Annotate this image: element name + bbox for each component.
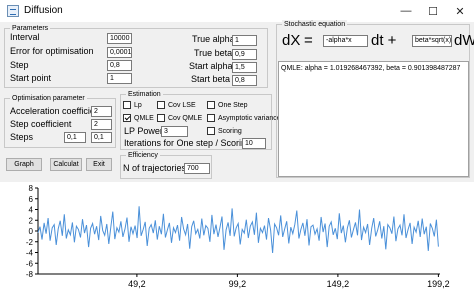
trajectory-chart-svg: 8 6 42 0 -2 -4-6 -8 49,2 99,2 149,2 199,2 bbox=[26, 184, 450, 289]
dx-label: dX bbox=[282, 32, 301, 49]
interval-input[interactable]: 10000 bbox=[107, 33, 132, 44]
calculate-button[interactable]: Calculat bbox=[50, 158, 82, 171]
qmle-checkbox[interactable]: QMLE bbox=[123, 114, 154, 123]
start-alpha-label: Start alpha bbox=[189, 61, 233, 71]
asymptotic-variance-checkbox-label: Asymptotic variance bbox=[218, 115, 281, 122]
qmle-checkbox-label: QMLE bbox=[134, 115, 154, 122]
iterations-label: Iterations for One step / Scoring bbox=[124, 138, 252, 148]
x-tick-label: 99,2 bbox=[229, 279, 247, 289]
one-step-checkbox[interactable]: One Step bbox=[207, 101, 248, 110]
close-button[interactable]: ✕ bbox=[446, 0, 474, 22]
drift-input[interactable]: -alpha*x bbox=[323, 35, 368, 47]
y-tick-label: -8 bbox=[26, 270, 34, 279]
step-coefficient-label: Step coefficient bbox=[10, 119, 72, 129]
stochastic-legend: Stochastic equation bbox=[282, 20, 348, 29]
cov-qmle-checkbox-label: Cov QMLE bbox=[168, 115, 203, 122]
trajectory-chart: 8 6 4 2 0 -2 -4 -6 -8 49,2 99,2 149,2 199,2 bbox=[0, 182, 474, 290]
true-beta-input[interactable]: 0,9 bbox=[232, 49, 257, 60]
start-alpha-input[interactable]: 1,5 bbox=[232, 62, 257, 73]
cov-lse-checkbox[interactable]: Cov LSE bbox=[157, 101, 196, 110]
acceleration-input[interactable]: 2 bbox=[91, 106, 112, 117]
scoring-checkbox[interactable]: Scoring bbox=[207, 127, 242, 136]
x-tick-label: 199,2 bbox=[427, 279, 450, 289]
minimize-button[interactable]: — bbox=[392, 0, 420, 22]
y-tick-label: -6 bbox=[26, 259, 34, 268]
asymptotic-variance-checkbox[interactable]: Asymptotic variance bbox=[207, 114, 281, 123]
cov-lse-checkbox-box[interactable] bbox=[157, 101, 165, 109]
lp-checkbox[interactable]: Lp bbox=[123, 101, 142, 110]
y-tick-label: 0 bbox=[29, 227, 34, 236]
y-tick-label: 8 bbox=[29, 184, 34, 193]
app-icon bbox=[7, 5, 19, 17]
start-beta-input[interactable]: 0,8 bbox=[232, 75, 257, 86]
efficiency-legend: Efficiency bbox=[126, 151, 160, 160]
steps-to-input[interactable]: 0,1 bbox=[91, 132, 112, 143]
true-alpha-label: True alpha bbox=[192, 34, 235, 44]
y-tick-label: 4 bbox=[29, 206, 34, 215]
dw-label: dW bbox=[454, 32, 474, 49]
dt-label: dt + bbox=[371, 32, 397, 49]
result-text: QMLE: alpha = 1.01926846739​2, beta = 0.… bbox=[281, 65, 461, 72]
cov-qmle-checkbox[interactable]: Cov QMLE bbox=[157, 114, 202, 123]
y-tick-label: -2 bbox=[26, 238, 34, 247]
error-input[interactable]: 0,0001 bbox=[107, 47, 132, 58]
window-title: Diffusion bbox=[24, 5, 63, 16]
step-coefficient-input[interactable]: 2 bbox=[91, 119, 112, 130]
optimisation-legend: Optimisation parameter bbox=[10, 94, 87, 103]
graph-button[interactable]: Graph bbox=[6, 158, 42, 171]
client-area: Parameters Interval 10000 Error for opti… bbox=[0, 20, 474, 290]
lp-power-input[interactable]: 3 bbox=[161, 126, 188, 137]
lp-checkbox-label: Lp bbox=[134, 102, 142, 109]
equals-label: = bbox=[304, 32, 313, 49]
trajectories-input[interactable]: 700 bbox=[184, 163, 210, 174]
start-point-label: Start point bbox=[10, 73, 52, 83]
qmle-checkbox-box[interactable] bbox=[123, 114, 131, 122]
one-step-checkbox-label: One Step bbox=[218, 102, 248, 109]
y-tick-label: 2 bbox=[29, 216, 34, 225]
steps-label: Steps bbox=[10, 132, 34, 142]
asymptotic-variance-checkbox-box[interactable] bbox=[207, 114, 215, 122]
cov-lse-checkbox-label: Cov LSE bbox=[168, 102, 196, 109]
one-step-checkbox-box[interactable] bbox=[207, 101, 215, 109]
step-label: Step bbox=[10, 60, 29, 70]
y-tick-label: -4 bbox=[26, 249, 34, 258]
iterations-input[interactable]: 10 bbox=[242, 138, 266, 149]
steps-from-input[interactable]: 0,1 bbox=[64, 132, 86, 143]
lp-power-label: LP Power bbox=[124, 126, 163, 136]
exit-button[interactable]: Exit bbox=[86, 158, 112, 171]
acceleration-label: Acceleration coefficient bbox=[10, 106, 103, 116]
x-tick-label: 49,2 bbox=[128, 279, 146, 289]
scoring-checkbox-box[interactable] bbox=[207, 127, 215, 135]
cov-qmle-checkbox-box[interactable] bbox=[157, 114, 165, 122]
true-alpha-input[interactable]: 1 bbox=[232, 35, 257, 46]
error-label: Error for optimisation bbox=[10, 46, 94, 56]
trajectories-label: N of trajectories bbox=[123, 163, 187, 173]
title-bar: Diffusion — ☐ ✕ bbox=[0, 0, 474, 22]
scoring-checkbox-label: Scoring bbox=[218, 128, 242, 135]
interval-label: Interval bbox=[10, 32, 40, 42]
maximize-button[interactable]: ☐ bbox=[419, 0, 447, 22]
step-input[interactable]: 0,8 bbox=[107, 60, 132, 71]
estimation-legend: Estimation bbox=[126, 90, 163, 99]
series-line bbox=[37, 206, 439, 254]
x-tick-label: 149,2 bbox=[327, 279, 350, 289]
true-beta-label: True beta bbox=[194, 48, 233, 58]
diffusion-input[interactable]: beta*sqrt(x) bbox=[412, 35, 452, 47]
result-output[interactable]: QMLE: alpha = 1.01926846739​2, beta = 0.… bbox=[278, 61, 469, 177]
y-tick-label: 6 bbox=[29, 195, 34, 204]
start-beta-label: Start beta bbox=[191, 74, 231, 84]
lp-checkbox-box[interactable] bbox=[123, 101, 131, 109]
start-point-input[interactable]: 1 bbox=[107, 73, 132, 84]
